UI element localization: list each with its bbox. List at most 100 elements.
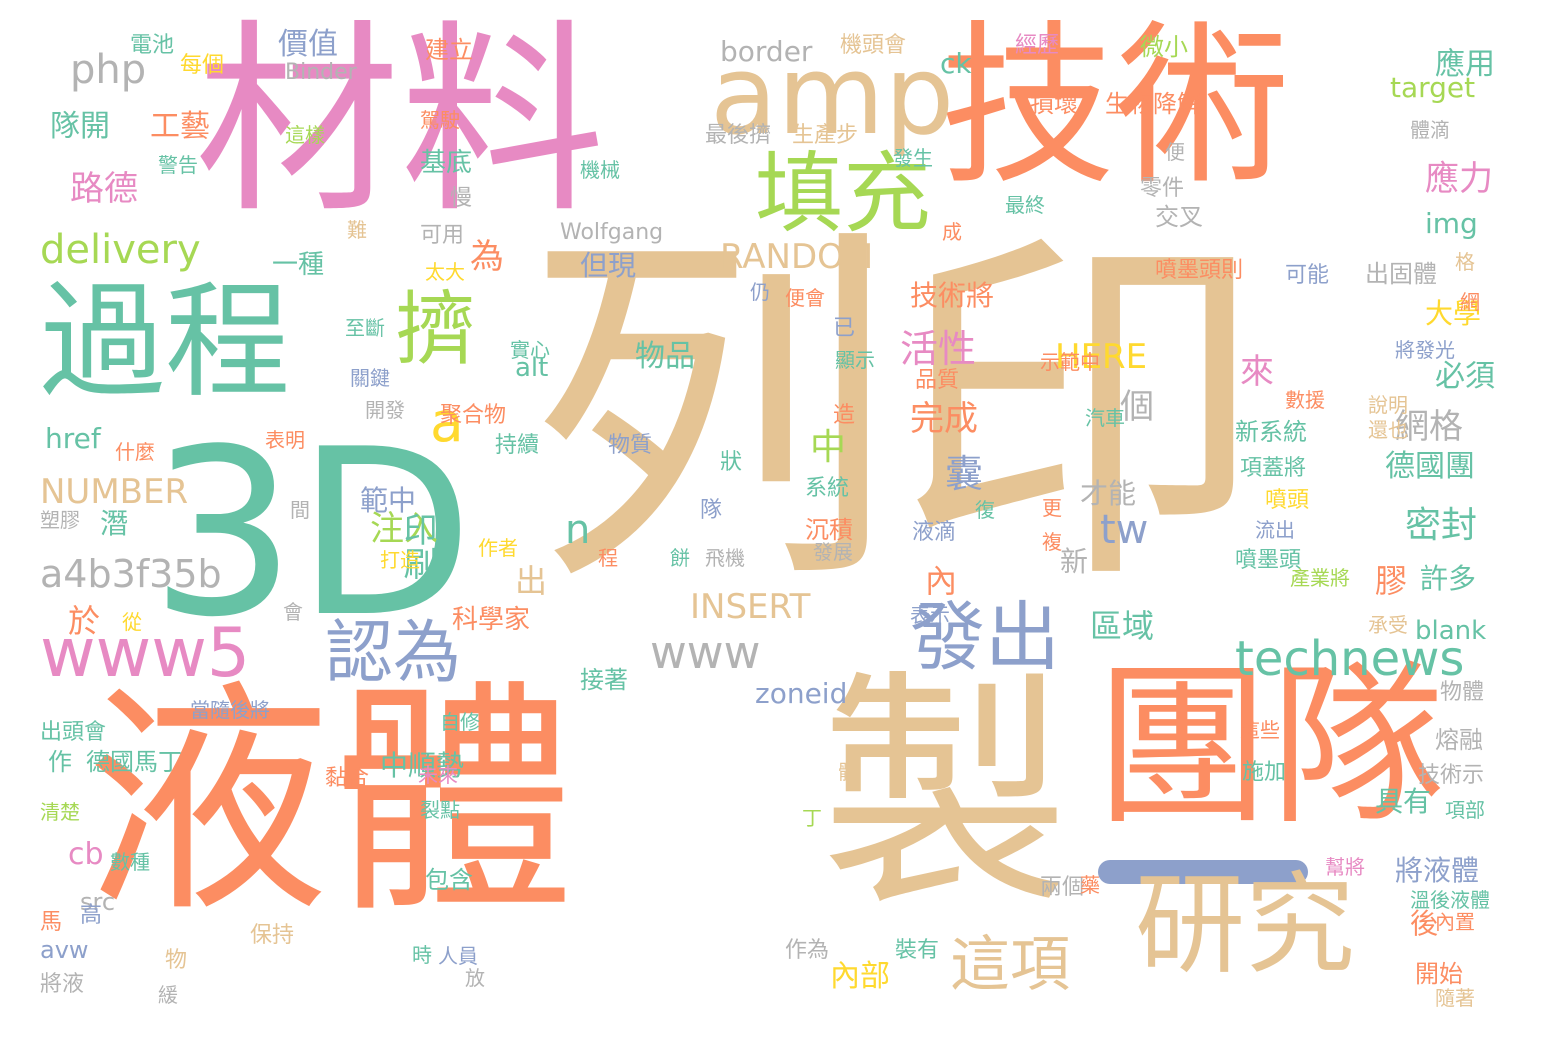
cloud-word: 造 xyxy=(833,403,856,428)
cloud-word: 體滴 xyxy=(1410,118,1450,142)
cloud-word: 隊開 xyxy=(50,109,110,144)
cloud-word: 裂點 xyxy=(420,798,460,822)
cloud-word: 警告 xyxy=(158,153,198,177)
cloud-word: 開發 xyxy=(365,398,405,422)
cloud-word: 擠 xyxy=(395,283,475,376)
cloud-word: n xyxy=(565,507,591,553)
cloud-word: 技術將 xyxy=(910,279,995,312)
cloud-word: 過程 xyxy=(40,270,290,415)
cloud-word: 時 xyxy=(412,943,432,967)
cloud-word: 當隨後將 xyxy=(190,698,270,722)
cloud-word: 完成 xyxy=(910,399,978,439)
cloud-word: 承受 xyxy=(1368,613,1408,637)
cloud-word: 內 xyxy=(925,562,958,600)
cloud-word: 難 xyxy=(347,218,367,242)
cloud-word: 內置 xyxy=(1435,910,1475,934)
cloud-word: 間 xyxy=(290,498,310,522)
word-cloud: 列印 材料 技術 液體 3D 製團隊 過程 amp 研究 填充擠 www5 認為 發出 technews 這… xyxy=(0,0,1548,1052)
cloud-word: 人員 xyxy=(438,944,478,968)
cloud-word: 生物降解 xyxy=(1105,90,1201,118)
cloud-word: 飛機 xyxy=(705,546,745,570)
cloud-word: 從 xyxy=(122,610,142,634)
cloud-word: 區域 xyxy=(1090,607,1155,645)
cloud-word: 裝有 xyxy=(895,938,940,963)
cloud-word: 隊 xyxy=(700,498,723,523)
cloud-word: 流出 xyxy=(1255,518,1295,542)
cloud-word: 出固體 xyxy=(1365,260,1437,288)
cloud-word: 產業將 xyxy=(1290,566,1350,590)
cloud-word: 數種 xyxy=(110,850,150,874)
cloud-word: 密封 xyxy=(1405,505,1478,546)
cloud-word: 科學家 xyxy=(452,605,531,635)
cloud-word: 價值 xyxy=(278,27,338,62)
cloud-word: 為 xyxy=(470,237,504,277)
cloud-word: 作為 xyxy=(785,938,830,963)
cloud-word: 物質 xyxy=(608,433,653,458)
cloud-word: 這項 xyxy=(950,930,1070,1000)
cloud-word: 項部 xyxy=(1445,798,1485,822)
cloud-word: 基底 xyxy=(420,148,473,178)
cloud-word: 機頭會 xyxy=(840,33,907,58)
cloud-word: ck xyxy=(940,47,972,80)
cloud-word: 便 xyxy=(1165,140,1185,164)
cloud-word: 最終 xyxy=(1005,193,1045,217)
cloud-word: 表示 xyxy=(910,603,950,627)
cloud-word: 範中 xyxy=(360,484,417,517)
cloud-word: 才能 xyxy=(1080,477,1137,510)
cloud-word: 實心 xyxy=(510,338,550,362)
cloud-word: 每個 xyxy=(180,53,225,78)
cloud-word: 後 xyxy=(1410,907,1439,940)
cloud-word: 複 xyxy=(1042,530,1062,554)
cloud-word: 格 xyxy=(1455,250,1475,274)
cloud-word: border xyxy=(720,35,813,68)
cloud-word: 物 xyxy=(165,948,188,973)
cloud-word: 仍 xyxy=(750,280,770,304)
cloud-word: 餅 xyxy=(670,546,690,570)
cloud-word: 熔融 xyxy=(1435,726,1483,754)
cloud-word: 聚合物 xyxy=(440,403,507,428)
cloud-word: 最後擠 xyxy=(705,123,772,148)
cloud-word: www xyxy=(650,626,761,679)
cloud-word: 可用 xyxy=(420,223,465,248)
cloud-word: 具有 xyxy=(1375,785,1432,818)
cloud-word: 幫將 xyxy=(1325,855,1365,879)
cloud-word: 機械 xyxy=(580,158,620,182)
cloud-word: 狀 xyxy=(720,450,743,475)
cloud-word: 必須 xyxy=(1435,359,1495,394)
cloud-word: 網 xyxy=(1460,290,1480,314)
cloud-word: 便會 xyxy=(785,286,825,310)
cloud-word: 來 xyxy=(1240,352,1274,392)
cloud-word: Binder xyxy=(285,60,357,85)
cloud-word: 成 xyxy=(942,220,962,244)
cloud-word: blank xyxy=(1415,616,1487,646)
cloud-word: 體 xyxy=(838,760,858,784)
cloud-word: target xyxy=(1390,71,1476,104)
cloud-word: 開始 xyxy=(1415,960,1463,988)
cloud-word: 經歷 xyxy=(1015,33,1060,58)
cloud-word: 潛 xyxy=(100,507,129,540)
cloud-word: 建立 xyxy=(425,36,473,64)
cloud-word: 會 xyxy=(283,600,303,624)
cloud-word: 作者 xyxy=(478,536,518,560)
cloud-word: 物體 xyxy=(1440,680,1485,705)
cloud-word: NUMBER xyxy=(40,472,189,512)
cloud-word: 噴墨頭則 xyxy=(1155,258,1244,283)
cloud-word: 塑膠 xyxy=(40,508,80,532)
cloud-word: 汽車 xyxy=(1085,406,1125,430)
cloud-word: 研究 xyxy=(1135,861,1355,989)
cloud-word: 個 xyxy=(1120,387,1154,427)
cloud-word: 未來 xyxy=(418,763,458,787)
cloud-word: 活性 xyxy=(900,327,977,371)
cloud-word: 生產步 xyxy=(792,123,859,148)
cloud-word: 高 xyxy=(80,903,103,928)
cloud-word: 慢 xyxy=(450,186,473,211)
cloud-word: 什麼 xyxy=(115,440,155,464)
cloud-word: 至斷 xyxy=(345,316,385,340)
cloud-word: 德國團 xyxy=(1385,449,1475,484)
cloud-word: 作 xyxy=(48,748,72,776)
cloud-word: 黏合 xyxy=(325,766,370,791)
cloud-word: 出頭會 xyxy=(40,720,107,745)
cloud-word: 包含 xyxy=(425,866,473,894)
cloud-word: 發展 xyxy=(813,540,853,564)
cloud-word: cb xyxy=(68,837,104,872)
